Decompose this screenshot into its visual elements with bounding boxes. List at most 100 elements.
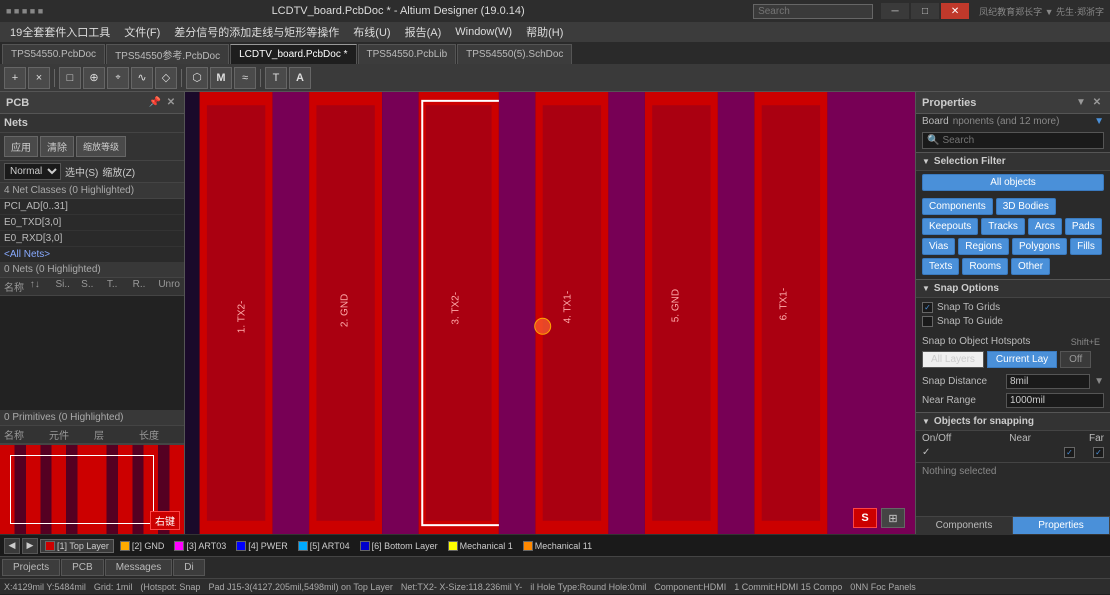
tab-tps54550-lib[interactable]: TPS54550.PcbLib bbox=[358, 44, 457, 64]
grid-status-btn[interactable]: ⊞ bbox=[881, 508, 905, 528]
snap-to-grids-checkbox[interactable] bbox=[922, 302, 933, 313]
properties-close-icon[interactable]: ✕ bbox=[1090, 96, 1104, 110]
layer-pwer[interactable]: [4] PWER bbox=[232, 540, 292, 552]
layer-art04[interactable]: [5] ART04 bbox=[294, 540, 354, 552]
toolbar-btn-6[interactable]: ◇ bbox=[155, 67, 177, 89]
primitives-label: 0 Primitives (0 Highlighted) bbox=[0, 410, 184, 426]
layer-top-label: [1] Top Layer bbox=[57, 541, 109, 551]
snap-layer-btns: All Layers Current Lay Off bbox=[916, 349, 1110, 372]
prop-tab-components[interactable]: Components bbox=[916, 517, 1013, 534]
net-item-rxd[interactable]: E0_RXD[3,0] bbox=[0, 231, 184, 247]
status-hole: il Hole Type:Round Hole:0mil bbox=[530, 582, 646, 592]
objects-snapping-header[interactable]: ▼ Objects for snapping bbox=[916, 412, 1110, 431]
toolbar-btn-11[interactable]: A bbox=[289, 67, 311, 89]
layer-art03[interactable]: [3] ART03 bbox=[170, 540, 230, 552]
layer-gnd[interactable]: [2] GND bbox=[116, 540, 169, 552]
layer-mech11[interactable]: Mechanical 11 bbox=[519, 540, 596, 552]
clear-btn[interactable]: 清除 bbox=[40, 136, 74, 157]
menu-toolkit[interactable]: 19全套套件入口工具 bbox=[4, 22, 116, 42]
current-layer-btn[interactable]: Current Lay bbox=[987, 351, 1057, 368]
normal-select[interactable]: Normal bbox=[4, 163, 61, 180]
prop-tab-properties[interactable]: Properties bbox=[1013, 517, 1110, 534]
filter-btn-arcs[interactable]: Arcs bbox=[1028, 218, 1062, 235]
toolbar-btn-10[interactable]: T bbox=[265, 67, 287, 89]
toolbar-btn-4[interactable]: ⌖ bbox=[107, 67, 129, 89]
menu-file[interactable]: 文件(F) bbox=[118, 22, 166, 42]
layer-gnd-color bbox=[120, 541, 130, 551]
layer-bottom-label: [6] Bottom Layer bbox=[372, 541, 438, 551]
bottom-tab-projects[interactable]: Projects bbox=[2, 559, 60, 576]
snap-distance-input[interactable] bbox=[1006, 374, 1090, 389]
tab-tps54550-sch[interactable]: TPS54550(5).SchDoc bbox=[457, 44, 572, 64]
zoom-level-btn[interactable]: 缩放等级 bbox=[76, 136, 126, 157]
panel-pin-icon[interactable]: 📌 bbox=[148, 96, 162, 110]
selection-filter-header[interactable]: ▼ Selection Filter bbox=[916, 152, 1110, 171]
tab-tps54550-ref[interactable]: TPS54550参考.PcbDoc bbox=[106, 44, 229, 64]
pcb-canvas-area[interactable]: 1. TX2- 2. GND 3. TX2- 4. TX1- 5. GND 6.… bbox=[185, 92, 915, 534]
filter-btn-regions[interactable]: Regions bbox=[958, 238, 1009, 255]
toolbar-btn-7[interactable]: ⬡ bbox=[186, 67, 208, 89]
layer-nav-left[interactable]: ◀ bbox=[4, 538, 20, 554]
net-item-txd[interactable]: E0_TXD[3,0] bbox=[0, 215, 184, 231]
minimize-button[interactable]: ─ bbox=[881, 3, 909, 19]
tab-tps54550[interactable]: TPS54550.PcbDoc bbox=[2, 44, 105, 64]
close-button[interactable]: ✕ bbox=[941, 3, 969, 19]
layer-bottom[interactable]: [6] Bottom Layer bbox=[356, 540, 442, 552]
search-input[interactable] bbox=[942, 135, 1099, 146]
snap-options-header[interactable]: ▼ Snap Options bbox=[916, 279, 1110, 298]
snap-dist-dropdown[interactable]: ▼ bbox=[1094, 376, 1104, 387]
filter-btn-fills[interactable]: Fills bbox=[1070, 238, 1102, 255]
menu-route[interactable]: 布线(U) bbox=[347, 22, 396, 42]
bottom-tab-di[interactable]: Di bbox=[173, 559, 204, 576]
filter-icon[interactable]: ▼ bbox=[1094, 116, 1104, 127]
layer-art03-label: [3] ART03 bbox=[186, 541, 226, 551]
filter-btn-other[interactable]: Other bbox=[1011, 258, 1050, 275]
toolbar-btn-2[interactable]: □ bbox=[59, 67, 81, 89]
filter-btn-tracks[interactable]: Tracks bbox=[981, 218, 1025, 235]
net-item-all[interactable]: <All Nets> bbox=[0, 247, 184, 262]
properties-filter-icon[interactable]: ▼ bbox=[1074, 96, 1088, 110]
menu-window[interactable]: Window(W) bbox=[449, 24, 518, 40]
filter-btn-texts[interactable]: Texts bbox=[922, 258, 959, 275]
layer-mech1[interactable]: Mechanical 1 bbox=[444, 540, 517, 552]
filter-btn-rooms[interactable]: Rooms bbox=[962, 258, 1008, 275]
selection-filter-arrow: ▼ bbox=[922, 157, 930, 166]
apply-btn[interactable]: 应用 bbox=[4, 136, 38, 157]
near-range-input[interactable] bbox=[1006, 393, 1104, 408]
filter-btn-pads[interactable]: Pads bbox=[1065, 218, 1102, 235]
tab-lcdtv[interactable]: LCDTV_board.PcbDoc * bbox=[230, 44, 356, 64]
toolbar-btn-1[interactable]: × bbox=[28, 67, 50, 89]
toolbar-btn-8[interactable]: M bbox=[210, 67, 232, 89]
filter-btn-polygons[interactable]: Polygons bbox=[1012, 238, 1067, 255]
all-layers-btn[interactable]: All Layers bbox=[922, 351, 984, 368]
toolbar-btn-9[interactable]: ≈ bbox=[234, 67, 256, 89]
all-objects-btn[interactable]: All objects bbox=[922, 174, 1104, 191]
layer-nav-right[interactable]: ▶ bbox=[22, 538, 38, 554]
toolbar-btn-0[interactable]: + bbox=[4, 67, 26, 89]
menu-report[interactable]: 报告(A) bbox=[399, 22, 448, 42]
filter-btn-keepouts[interactable]: Keepouts bbox=[922, 218, 978, 235]
layer-top[interactable]: [1] Top Layer bbox=[40, 539, 114, 553]
panel-close-icon[interactable]: ✕ bbox=[164, 96, 178, 110]
snap-to-guide-checkbox[interactable] bbox=[922, 316, 933, 327]
app-icons: ■ ■ ■ ■ ■ bbox=[6, 6, 43, 16]
menu-diff[interactable]: 差分信号的添加走线与矩形等操作 bbox=[168, 22, 345, 42]
titlebar: ■ ■ ■ ■ ■ LCDTV_board.PcbDoc * - Altium … bbox=[0, 0, 1110, 22]
title-search-input[interactable] bbox=[753, 4, 873, 19]
bottom-tab-messages[interactable]: Messages bbox=[105, 559, 173, 576]
obj-snap-cb-near-1[interactable] bbox=[1064, 447, 1075, 458]
bottom-tab-pcb[interactable]: PCB bbox=[61, 559, 104, 576]
off-btn[interactable]: Off bbox=[1060, 351, 1091, 368]
layer-pwer-label: [4] PWER bbox=[248, 541, 288, 551]
menu-help[interactable]: 帮助(H) bbox=[520, 22, 569, 42]
net-item-pci[interactable]: PCI_AD[0..31] bbox=[0, 199, 184, 215]
obj-snap-cb-far-1[interactable] bbox=[1093, 447, 1104, 458]
toolbar-btn-3[interactable]: ⊕ bbox=[83, 67, 105, 89]
s-status-btn[interactable]: S bbox=[853, 508, 877, 528]
filter-btn-3dbodies[interactable]: 3D Bodies bbox=[996, 198, 1056, 215]
filter-btn-components[interactable]: Components bbox=[922, 198, 993, 215]
snap-options-arrow: ▼ bbox=[922, 284, 930, 293]
filter-btn-vias[interactable]: Vias bbox=[922, 238, 955, 255]
toolbar-btn-5[interactable]: ∿ bbox=[131, 67, 153, 89]
maximize-button[interactable]: □ bbox=[911, 3, 939, 19]
